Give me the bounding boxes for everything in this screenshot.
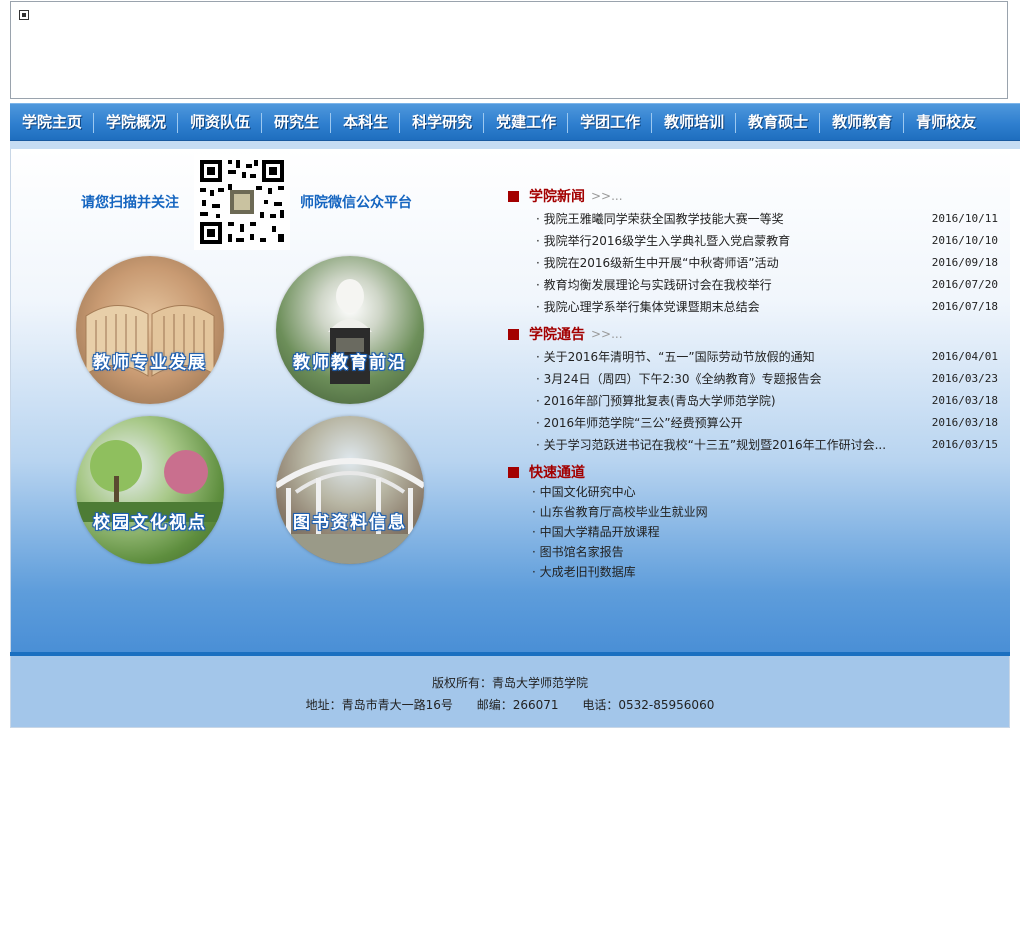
footer: 版权所有：青岛大学师范学院 地址：青岛市青大一路16号 邮编：266071 电话… — [10, 656, 1010, 728]
notice-item-date: 2016/03/15 — [931, 438, 998, 451]
notice-item-title: · 2016年师范学院“三公”经费预算公开 — [536, 416, 743, 430]
news-item[interactable]: · 我院在2016级新生中开展“中秋寄师语”活动 2016/09/18 — [536, 253, 998, 273]
notice-item[interactable]: · 关于学习范跃进书记在我校“十三五”规划暨2016年工作研讨会... 2016… — [536, 435, 998, 455]
wechat-prompt: 请您扫描并关注 — [81, 195, 179, 211]
feature-label: 校园文化视点 — [93, 513, 207, 533]
notice-item-title: · 关于2016年清明节、“五一”国际劳动节放假的通知 — [536, 350, 815, 364]
notice-item-date: 2016/03/23 — [931, 372, 998, 385]
nav-item-master-education[interactable]: 教育硕士 — [736, 104, 821, 140]
open-book-icon — [85, 305, 215, 377]
nav-item-faculty[interactable]: 师资队伍 — [178, 104, 263, 140]
nav-item-overview[interactable]: 学院概况 — [94, 104, 179, 140]
quick-link-library-lectures[interactable]: · 图书馆名家报告 — [532, 542, 624, 562]
square-bullet-icon — [508, 190, 519, 202]
broken-image-icon — [19, 10, 29, 20]
news-item-date: 2016/07/18 — [931, 300, 998, 313]
notice-item[interactable]: · 2016年师范学院“三公”经费预算公开 2016/03/18 — [536, 413, 998, 433]
campus-tree-icon — [76, 440, 224, 522]
feature-label: 图书资料信息 — [293, 513, 407, 533]
nav-item-party[interactable]: 党建工作 — [484, 104, 569, 140]
news-item-title: · 我院举行2016级学生入学典礼暨入党启蒙教育 — [536, 234, 791, 248]
footer-address: 地址：青岛市青大一路16号 — [305, 698, 453, 712]
notices-more-link[interactable]: >>... — [591, 327, 623, 341]
quick-link-open-courses[interactable]: · 中国大学精品开放课程 — [532, 522, 660, 542]
footer-contact: 地址：青岛市青大一路16号 邮编：266071 电话：0532-85956060 — [11, 696, 1009, 713]
feature-campus-culture[interactable]: 校园文化视点 — [76, 416, 224, 564]
statue-icon — [328, 279, 372, 384]
feature-teacher-development[interactable]: 教师专业发展 — [76, 256, 224, 404]
nav-item-alumni[interactable]: 青师校友 — [904, 104, 988, 140]
notice-item[interactable]: · 2016年部门预算批复表(青岛大学师范学院) 2016/03/18 — [536, 391, 998, 411]
nav-item-teacher-education[interactable]: 教师教育 — [820, 104, 905, 140]
wechat-platform-label: 师院微信公众平台 — [300, 195, 412, 211]
news-item-title: · 教育均衡发展理论与实践研讨会在我校举行 — [536, 278, 772, 292]
nav-underline — [10, 141, 1020, 149]
corridor-icon — [276, 458, 424, 564]
feature-teacher-education-frontier[interactable]: 教师教育前沿 — [276, 256, 424, 404]
footer-copyright: 版权所有：青岛大学师范学院 — [431, 676, 588, 690]
square-bullet-icon — [508, 328, 519, 340]
top-banner — [10, 1, 1008, 99]
news-item[interactable]: · 教育均衡发展理论与实践研讨会在我校举行 2016/07/20 — [536, 275, 998, 295]
news-item-date: 2016/07/20 — [931, 278, 998, 291]
news-more-link[interactable]: >>... — [591, 189, 623, 203]
news-section-title: 学院新闻 >>... — [508, 186, 623, 206]
quick-links-title: 快速通道 — [508, 462, 585, 482]
notice-item-title: · 3月24日（周四）下午2:30《全纳教育》专题报告会 — [536, 372, 822, 386]
news-item-title: · 我院王雅曦同学荣获全国教学技能大赛一等奖 — [536, 212, 784, 226]
nav-item-home[interactable]: 学院主页 — [10, 104, 95, 140]
news-item[interactable]: · 我院王雅曦同学荣获全国教学技能大赛一等奖 2016/10/11 — [536, 209, 998, 229]
feature-label: 教师教育前沿 — [293, 353, 407, 373]
notice-item-title: · 2016年部门预算批复表(青岛大学师范学院) — [536, 394, 776, 408]
nav-item-research[interactable]: 科学研究 — [400, 104, 485, 140]
news-item[interactable]: · 我院举行2016级学生入学典礼暨入党启蒙教育 2016/10/10 — [536, 231, 998, 251]
feature-label: 教师专业发展 — [93, 353, 207, 373]
notice-item-date: 2016/03/18 — [931, 416, 998, 429]
news-item-date: 2016/09/18 — [931, 256, 998, 269]
nav-item-student-affairs[interactable]: 学团工作 — [568, 104, 653, 140]
quick-link-periodicals-db[interactable]: · 大成老旧刊数据库 — [532, 562, 636, 582]
qr-code-icon — [194, 154, 290, 250]
news-item-date: 2016/10/11 — [931, 212, 998, 225]
footer-phone: 电话：0532-85956060 — [582, 698, 715, 712]
quick-link-employment[interactable]: · 山东省教育厅高校毕业生就业网 — [532, 502, 708, 522]
notice-item[interactable]: · 3月24日（周四）下午2:30《全纳教育》专题报告会 2016/03/23 — [536, 369, 998, 389]
notice-item-date: 2016/03/18 — [931, 394, 998, 407]
news-item[interactable]: · 我院心理学系举行集体党课暨期末总结会 2016/07/18 — [536, 297, 998, 317]
notice-item-title: · 关于学习范跃进书记在我校“十三五”规划暨2016年工作研讨会... — [536, 438, 887, 452]
news-item-title: · 我院在2016级新生中开展“中秋寄师语”活动 — [536, 256, 779, 270]
nav-item-teacher-training[interactable]: 教师培训 — [652, 104, 737, 140]
notice-item-date: 2016/04/01 — [931, 350, 998, 363]
square-bullet-icon — [508, 466, 519, 478]
footer-postcode: 邮编：266071 — [476, 698, 559, 712]
feature-library-info[interactable]: 图书资料信息 — [276, 416, 424, 564]
news-item-date: 2016/10/10 — [931, 234, 998, 247]
nav-item-graduate[interactable]: 研究生 — [262, 104, 332, 140]
news-item-title: · 我院心理学系举行集体党课暨期末总结会 — [536, 300, 760, 314]
notice-item[interactable]: · 关于2016年清明节、“五一”国际劳动节放假的通知 2016/04/01 — [536, 347, 998, 367]
nav-item-undergraduate[interactable]: 本科生 — [331, 104, 401, 140]
notices-section-title: 学院通告 >>... — [508, 324, 623, 344]
main-nav: 学院主页 学院概况 师资队伍 研究生 本科生 科学研究 党建工作 学团工作 教师… — [10, 103, 1020, 141]
quick-link-culture-center[interactable]: · 中国文化研究中心 — [532, 482, 636, 502]
